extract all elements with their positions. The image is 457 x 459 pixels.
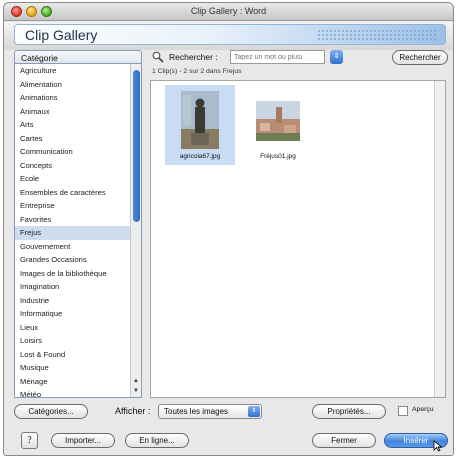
clip-filename: Fréjus01.jpg [260, 153, 296, 160]
category-item[interactable]: Arts [15, 118, 141, 132]
category-items: Agriculture Alimentation Animations Animaux… [15, 64, 141, 397]
search-history-stepper-icon[interactable]: ⇕ [330, 50, 343, 64]
actions-row: ? Importer... En ligne... Fermer Insérer [0, 432, 457, 452]
title-bar[interactable]: Clip Gallery : Word [4, 3, 453, 21]
clip-filename: agricola67.jpg [179, 153, 221, 160]
search-button[interactable]: Rechercher [392, 50, 448, 65]
properties-button[interactable]: Propriétés... [312, 404, 386, 419]
clips-grid[interactable]: agricola67.jpg Fréjus01.jpg [150, 80, 446, 398]
afficher-label: Afficher : [115, 406, 151, 416]
category-item[interactable]: Météo [15, 388, 141, 397]
category-item[interactable]: Communication [15, 145, 141, 159]
clip-item[interactable]: agricola67.jpg [165, 85, 235, 165]
category-item[interactable]: Imagination [15, 280, 141, 294]
afficher-select[interactable]: Toutes les images ⇕ [158, 404, 262, 419]
gallery-title-banner: Clip Gallery [14, 24, 446, 45]
category-item[interactable]: Industrie [15, 294, 141, 308]
category-item[interactable]: Alimentation [15, 78, 141, 92]
search-input[interactable] [230, 50, 325, 64]
clip-thumbnail-statue [181, 91, 219, 149]
search-label: Rechercher : [169, 52, 218, 62]
category-item[interactable]: Lost & Found [15, 348, 141, 362]
window-title: Clip Gallery : Word [190, 6, 267, 16]
category-item[interactable]: Concepts [15, 159, 141, 173]
mouse-cursor-icon [433, 440, 443, 452]
category-item[interactable]: Lieux [15, 321, 141, 335]
category-scrollbar[interactable]: ▲ ▼ [130, 64, 141, 397]
category-item[interactable]: Grandes Occasions [15, 253, 141, 267]
category-item[interactable]: Musique [15, 361, 141, 375]
apercu-checkbox[interactable] [398, 406, 408, 416]
select-arrows-icon: ⇕ [248, 406, 260, 417]
categories-button[interactable]: Catégories... [14, 404, 88, 419]
import-button[interactable]: Importer... [51, 433, 115, 448]
search-row: Rechercher : ⇕ Rechercher [152, 50, 448, 66]
online-button[interactable]: En ligne... [125, 433, 189, 448]
magnifier-icon [152, 51, 164, 63]
category-item[interactable]: Ensembles de caractères [15, 186, 141, 200]
scroll-down-arrow-icon[interactable]: ▼ [131, 386, 141, 396]
category-item[interactable]: Agriculture [15, 64, 141, 78]
category-list[interactable]: Agriculture Alimentation Animations Animaux… [14, 64, 142, 398]
category-item[interactable]: Entreprise [15, 199, 141, 213]
category-item[interactable]: Favorites [15, 213, 141, 227]
category-item[interactable]: Informatique [15, 307, 141, 321]
category-scroll-thumb[interactable] [133, 70, 140, 222]
close-button[interactable]: Fermer [312, 433, 376, 448]
category-item[interactable]: Gouvernement [15, 240, 141, 254]
category-item[interactable]: Cartes [15, 132, 141, 146]
clip-thumbnail-town [256, 101, 300, 141]
help-button[interactable]: ? [21, 432, 38, 449]
clips-scrollbar[interactable] [434, 81, 445, 397]
apercu-label: Aperçu [412, 406, 434, 413]
clip-count-text: 1 Clip(s) - 2 sur 2 dans Frejus [152, 68, 242, 75]
category-item[interactable]: Images de la bibliothèque [15, 267, 141, 281]
options-row: Catégories... Afficher : Toutes les imag… [0, 404, 457, 422]
category-header: Catégorie [14, 50, 142, 64]
category-item[interactable]: Ecole [15, 172, 141, 186]
afficher-value: Toutes les images [164, 407, 229, 416]
category-item[interactable]: Ménage [15, 375, 141, 389]
decorative-dots [317, 29, 437, 41]
category-item[interactable]: Frejus [15, 226, 141, 240]
scroll-up-arrow-icon[interactable]: ▲ [131, 376, 141, 386]
header-band: Clip Gallery [4, 22, 453, 50]
category-item[interactable]: Animations [15, 91, 141, 105]
clip-item[interactable]: Fréjus01.jpg [243, 85, 313, 165]
gallery-title: Clip Gallery [25, 27, 98, 43]
category-item[interactable]: Loisirs [15, 334, 141, 348]
category-item[interactable]: Animaux [15, 105, 141, 119]
